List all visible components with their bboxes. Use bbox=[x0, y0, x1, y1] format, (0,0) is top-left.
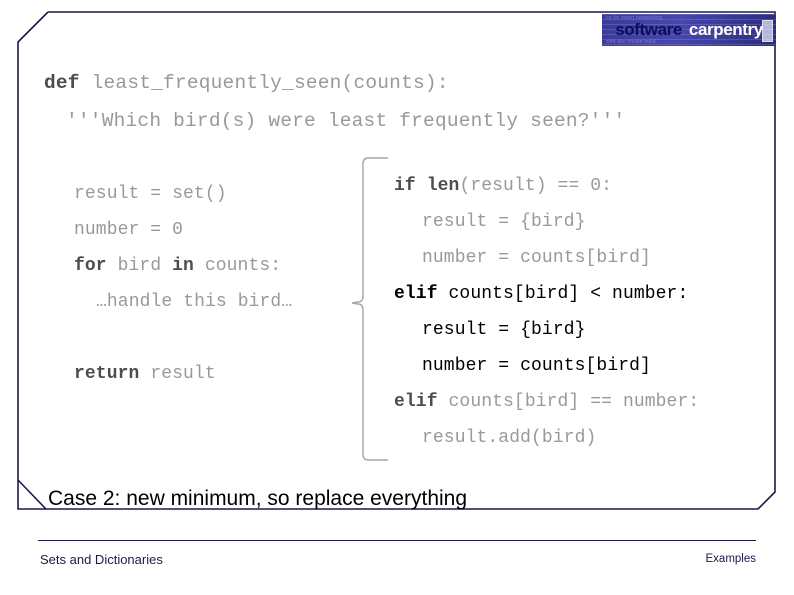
code-left-line-2-token-1: bird bbox=[106, 256, 173, 276]
code-left-line-1: number = 0 bbox=[74, 212, 292, 248]
code-right-line-7-token-0: result.add(bird) bbox=[422, 428, 597, 448]
code-left-line-3-token-0: …handle this bird… bbox=[96, 292, 293, 312]
code-right-line-3-token-1: counts[bird] < number: bbox=[437, 284, 689, 304]
code-left-line-0: result = set() bbox=[74, 176, 292, 212]
footer-section-title: Sets and Dictionaries bbox=[40, 552, 163, 567]
code-left-line-2: for bird in counts: bbox=[74, 248, 292, 284]
code-signature-line: def least_frequently_seen(counts): bbox=[44, 70, 449, 96]
code-right-line-2-token-0: number = counts[bird] bbox=[422, 248, 651, 268]
code-left-line-1-token-0: number = 0 bbox=[74, 220, 184, 240]
code-left-line-3: …handle this bird… bbox=[74, 284, 292, 320]
code-left-line-2-token-0: for bbox=[74, 256, 107, 276]
software-carpentry-logo: cs for insert networking software carpent… bbox=[602, 14, 776, 46]
code-right-line-5: number = counts[bird] bbox=[394, 348, 699, 384]
slide-caption: Case 2: new minimum, so replace everythi… bbox=[48, 487, 468, 510]
code-left-line-5: return result bbox=[74, 356, 292, 392]
slide-border-lower-left bbox=[17, 479, 47, 510]
code-left-line-2-token-2: in bbox=[172, 256, 194, 276]
logo-mark-icon bbox=[762, 20, 773, 42]
code-left-line-4 bbox=[74, 320, 292, 356]
callout-bracket bbox=[351, 156, 392, 468]
code-right-line-0-token-2: len bbox=[426, 176, 460, 196]
code-right-line-3: elif counts[bird] < number: bbox=[394, 276, 699, 312]
code-right-line-2: number = counts[bird] bbox=[394, 240, 699, 276]
code-left-line-2-token-3: counts: bbox=[193, 256, 282, 276]
footer-divider bbox=[38, 540, 756, 541]
callout-bracket-upper bbox=[351, 157, 388, 304]
logo-word-software: software bbox=[615, 20, 682, 39]
logo-word-carpentry: carpentry bbox=[688, 20, 763, 39]
callout-bracket-lower bbox=[351, 302, 388, 461]
code-right-line-3-token-0: elif bbox=[394, 284, 438, 304]
code-right-line-5-token-0: number = counts[bird] bbox=[422, 356, 651, 376]
code-left-line-0-token-0: result = set() bbox=[74, 184, 227, 204]
code-right-line-7: result.add(bird) bbox=[394, 420, 699, 456]
code-right-line-0-token-0: if bbox=[394, 176, 416, 196]
code-right-line-1-token-0: result = {bird} bbox=[422, 212, 586, 232]
logo-wordmark: software carpentry bbox=[602, 21, 776, 39]
code-right-line-1: result = {bird} bbox=[394, 204, 699, 240]
code-block-right: if len(result) == 0: result = {bird} numbe… bbox=[394, 168, 699, 456]
keyword-def: def bbox=[44, 72, 80, 94]
footer-subsection-title: Examples bbox=[705, 553, 757, 565]
code-right-line-0-token-1 bbox=[416, 176, 427, 196]
code-right-line-4-token-0: result = {bird} bbox=[422, 320, 586, 340]
code-left-line-5-token-0: return bbox=[74, 364, 140, 384]
code-right-line-6: elif counts[bird] == number: bbox=[394, 384, 699, 420]
logo-ghost-text-bottom: with doc create build bbox=[606, 39, 656, 45]
code-right-line-6-token-0: elif bbox=[394, 392, 438, 412]
code-right-line-6-token-1: counts[bird] == number: bbox=[437, 392, 700, 412]
signature-rest: least_frequently_seen(counts): bbox=[79, 72, 449, 94]
code-docstring-line: '''Which bird(s) were least frequently s… bbox=[66, 110, 626, 132]
code-block-left: result = set() number = 0 for bird in coun… bbox=[74, 176, 292, 392]
code-right-line-0-token-3: (result) == 0: bbox=[459, 176, 613, 196]
code-right-line-4: result = {bird} bbox=[394, 312, 699, 348]
code-left-line-5-token-1: result bbox=[139, 364, 216, 384]
code-right-line-0: if len(result) == 0: bbox=[394, 168, 699, 204]
